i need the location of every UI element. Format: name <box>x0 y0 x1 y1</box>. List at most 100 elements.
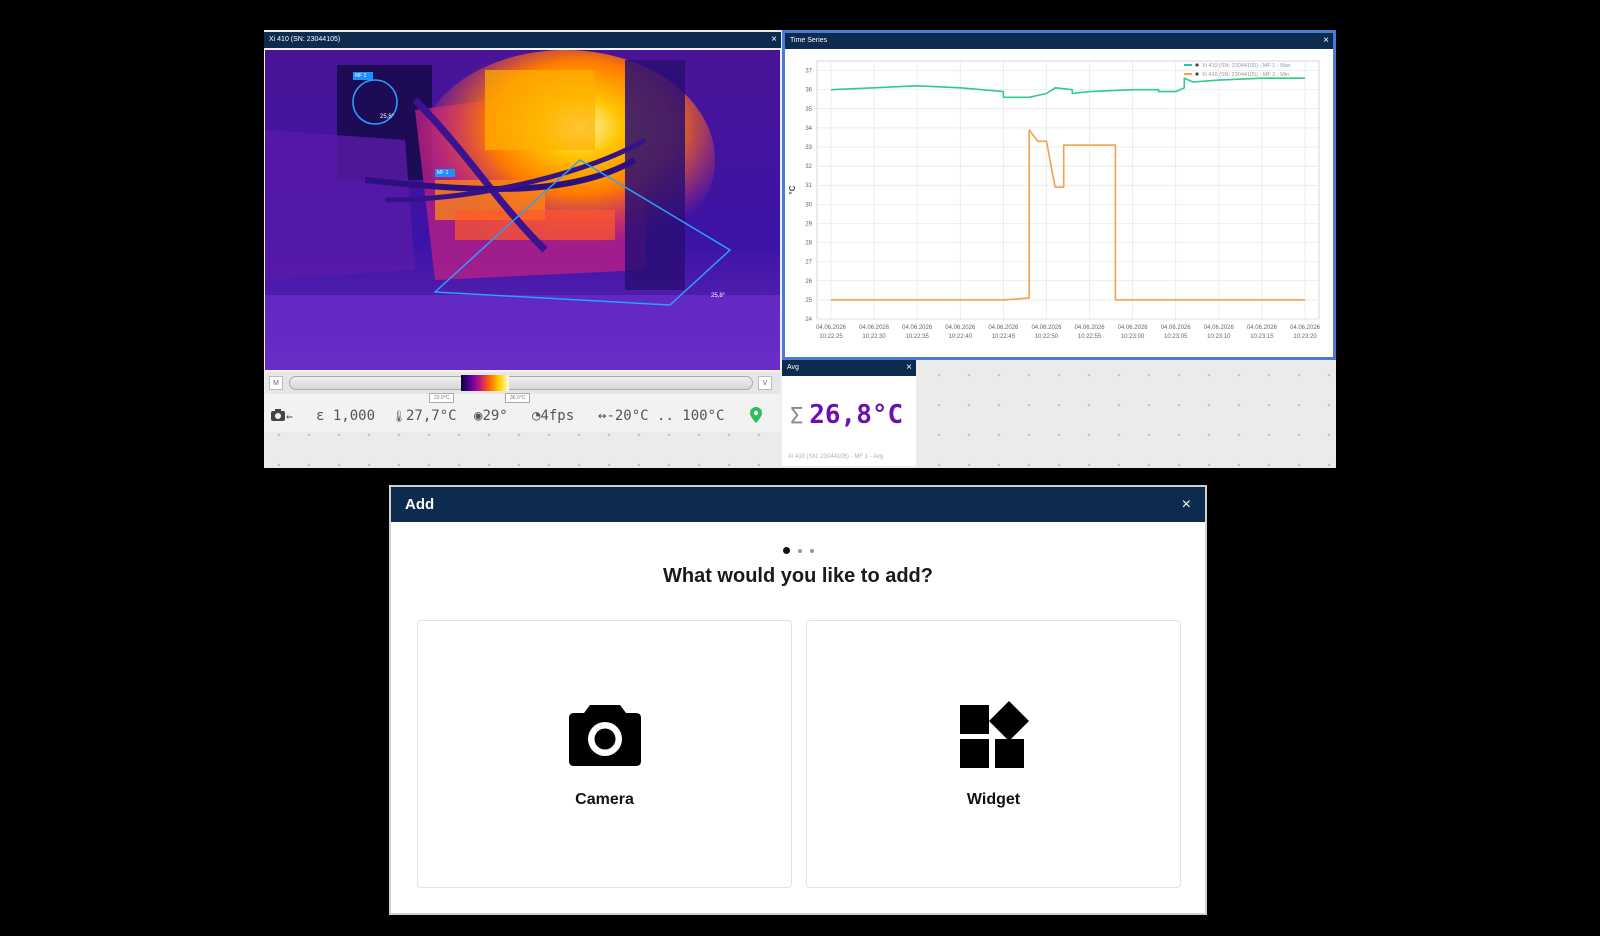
avg-value: 26,8°C <box>809 400 904 430</box>
fov-readout: ◉29° <box>474 408 508 424</box>
mf1-label: MF 1 <box>437 170 449 176</box>
mf2-label: MF 2 <box>355 73 367 79</box>
camera-icon <box>271 409 285 421</box>
range-readout: ↔-20°C .. 100°C <box>598 408 724 424</box>
x-tick-date: 04.06.2026 <box>1247 325 1278 331</box>
y-tick-label: 30 <box>805 202 812 208</box>
step-dot-1 <box>782 547 790 555</box>
avg-caption: Xi 410 (SN: 23044105) - MF 1 - Avg <box>788 454 884 460</box>
dialog-header: Add × <box>391 487 1205 522</box>
x-tick-time: 10:22:50 <box>1035 334 1059 340</box>
y-tick-label: 27 <box>805 260 812 266</box>
y-tick-label: 32 <box>805 164 812 170</box>
y-tick-label: 29 <box>805 221 812 227</box>
timeseries-chart[interactable]: 24 25 26 27 28 29 30 31 32 33 34 35 36 37 04.06.2026 10… <box>785 49 1333 357</box>
legend-visibility-icon <box>1195 63 1199 67</box>
x-tick-date: 04.06.2026 <box>1204 325 1235 331</box>
add-widget-label: Widget <box>966 791 1021 808</box>
x-tick-time: 10:23:00 <box>1121 334 1145 340</box>
add-camera-option[interactable]: Camera <box>417 620 792 888</box>
step-dot-2 <box>797 548 802 553</box>
x-tick-date: 04.06.2026 <box>988 325 1019 331</box>
camera-status-bar: ⇜ ε 1,000 🌡27,7°C ◉29° ◔4fps ↔-20°C .. 1… <box>264 404 781 428</box>
widgets-icon <box>959 701 1029 768</box>
emissivity-value: 1,000 <box>332 408 376 424</box>
thermal-image[interactable]: MF 2 25,8° MF 1 25,8° <box>265 50 780 370</box>
x-tick-time: 10:22:25 <box>819 334 843 340</box>
camera-status-icon[interactable] <box>270 408 286 426</box>
camera-panel-title: Xi 410 (SN: 23044105) <box>264 32 781 48</box>
dialog-question: What would you like to add? <box>663 565 933 587</box>
scale-max-tag: 36.0°C <box>505 393 531 403</box>
framerate-value: 4fps <box>540 408 575 424</box>
x-tick-time: 10:22:40 <box>949 334 973 340</box>
x-tick-date: 04.06.2026 <box>1161 325 1192 331</box>
timeseries-panel-close-button[interactable]: × <box>1323 33 1329 49</box>
legend-visibility-icon <box>1195 72 1199 76</box>
thermometer-icon: 🌡 <box>392 410 406 423</box>
scale-track[interactable] <box>289 376 753 390</box>
avg-panel: Avg × Σ 26,8°C Xi 410 (SN: 23044105) - MF… <box>782 360 916 466</box>
temperature-scale-bar: M V 23.9°C 36.0°C <box>265 372 780 403</box>
legend-label-1: Xi 410 (SN: 23044105) - MF 1 - Max <box>1202 63 1291 69</box>
y-tick-label: 36 <box>805 88 812 94</box>
avg-readout: Σ 26,8°C <box>790 400 903 430</box>
y-tick-label: 33 <box>805 145 812 151</box>
add-dialog: Add × What would you like to add? Camera… <box>389 485 1207 915</box>
scale-right-button[interactable]: V <box>758 376 772 390</box>
emissivity-readout: ε 1,000 <box>316 408 375 424</box>
timeseries-panel-title: Time Series <box>785 33 1333 49</box>
x-tick-date: 04.06.2026 <box>859 325 890 331</box>
x-tick-date: 04.06.2026 <box>1031 325 1062 331</box>
step-dot-3 <box>809 548 814 553</box>
y-tick-label: 34 <box>805 126 812 132</box>
y-tick-label: 28 <box>805 241 812 247</box>
add-widget-option[interactable]: Widget <box>806 620 1181 888</box>
legend-label-2: Xi 410 (SN: 23044105) - MF 2 - Min <box>1202 72 1289 78</box>
x-tick-date: 04.06.2026 <box>1118 325 1149 331</box>
avg-panel-close-button[interactable]: × <box>906 360 912 376</box>
scale-left-button[interactable]: M <box>269 376 283 390</box>
dialog-close-button[interactable]: × <box>1182 487 1191 522</box>
mf1-value: 25,8° <box>711 293 726 299</box>
x-tick-date: 04.06.2026 <box>945 325 976 331</box>
x-tick-time: 10:23:15 <box>1250 334 1274 340</box>
x-tick-time: 10:23:10 <box>1207 334 1231 340</box>
thermal-image-graphic <box>265 50 780 370</box>
x-tick-date: 04.06.2026 <box>1290 325 1321 331</box>
framerate-readout: ◔4fps <box>532 408 574 424</box>
range-value: -20°C .. 100°C <box>606 408 725 424</box>
x-tick-date: 04.06.2026 <box>1075 325 1106 331</box>
connection-status-icon <box>750 407 762 427</box>
y-axis-label: °C <box>788 185 797 194</box>
emissivity-icon: ε <box>316 408 325 424</box>
usb-icon: ⇜ <box>286 410 293 423</box>
fov-value: 29° <box>482 408 508 424</box>
x-tick-date: 04.06.2026 <box>816 325 847 331</box>
palette-range-handle[interactable] <box>461 375 509 391</box>
avg-panel-title: Avg <box>782 360 916 376</box>
scale-min-tag: 23.9°C <box>429 393 455 403</box>
x-tick-time: 10:23:20 <box>1293 334 1317 340</box>
x-tick-time: 10:23:05 <box>1164 334 1188 340</box>
step-indicator <box>391 542 1205 560</box>
plot-area <box>816 60 1320 320</box>
mf2-value: 25,8° <box>380 114 395 120</box>
x-tick-time: 10:22:45 <box>992 334 1016 340</box>
y-tick-label: 37 <box>805 69 812 75</box>
ambient-temp-value: 27,7°C <box>405 408 457 424</box>
add-camera-label: Camera <box>575 791 634 808</box>
y-tick-label: 26 <box>805 279 812 285</box>
dashboard-workspace: Xi 410 (SN: 23044105) × MF 2 25,8° MF 1 … <box>264 30 1336 468</box>
dialog-title: Add <box>405 496 435 513</box>
camera-panel-close-button[interactable]: × <box>771 32 777 48</box>
x-tick-time: 10:22:55 <box>1078 334 1102 340</box>
y-tick-label: 24 <box>805 317 812 323</box>
camera-icon <box>568 705 641 766</box>
y-tick-label: 35 <box>805 107 812 113</box>
camera-panel: Xi 410 (SN: 23044105) × MF 2 25,8° MF 1 … <box>264 32 781 432</box>
y-tick-label: 31 <box>805 183 812 189</box>
timeseries-panel: Time Series × 24 25 26 27 28 29 30 31 32 33 34 35 36… <box>782 30 1336 360</box>
y-tick-label: 25 <box>805 298 812 304</box>
x-tick-date: 04.06.2026 <box>902 325 933 331</box>
